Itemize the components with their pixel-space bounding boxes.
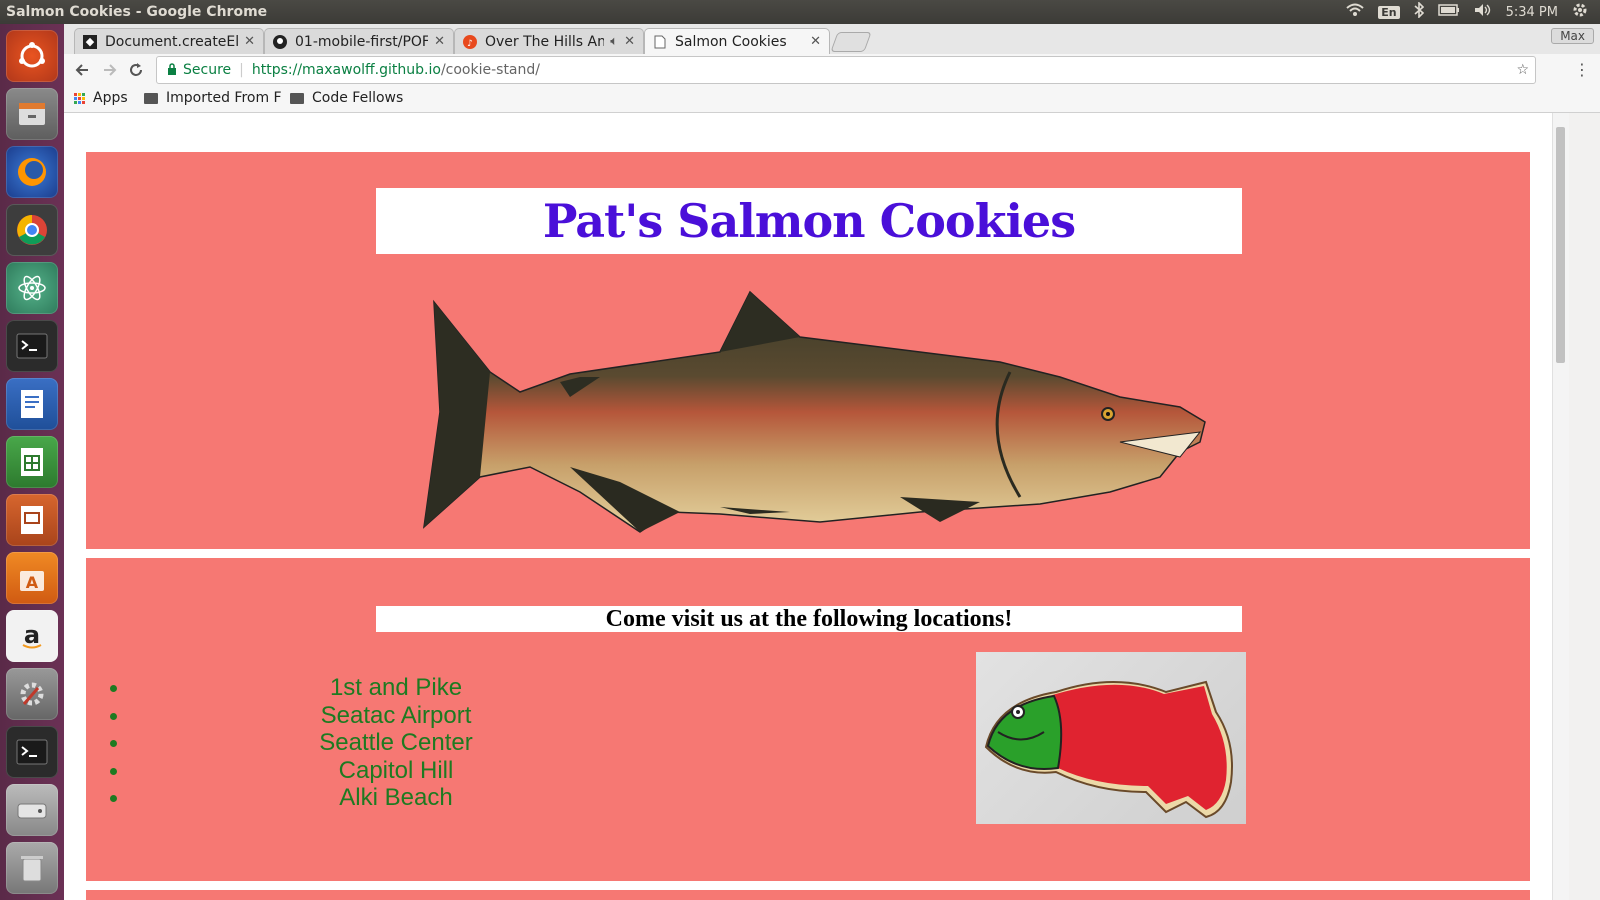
salmon-cookie-image [976, 652, 1246, 824]
codepen-icon: ◆ [83, 34, 97, 49]
apps-grid-icon [74, 92, 85, 104]
firefox-icon[interactable] [6, 146, 58, 198]
folder-icon [290, 92, 304, 104]
address-bar[interactable]: Secure | https://maxawolff.github.io/coo… [156, 56, 1536, 84]
volume-icon[interactable] [1474, 3, 1492, 21]
page-scrollbar[interactable] [1552, 113, 1569, 900]
writer-icon[interactable] [6, 378, 58, 430]
terminal-icon-2[interactable] [6, 726, 58, 778]
bookmark-star-icon[interactable]: ☆ [1516, 62, 1529, 78]
reload-icon[interactable] [124, 58, 148, 82]
window-title: Salmon Cookies - Google Chrome [6, 4, 268, 20]
battery-icon[interactable] [1437, 4, 1460, 20]
back-arrow-icon[interactable] [70, 58, 94, 82]
ubuntu-dash-icon[interactable] [6, 30, 58, 82]
system-top-bar: Salmon Cookies - Google Chrome En 5:34 P… [0, 0, 1600, 24]
disk-drive-icon[interactable] [6, 784, 58, 836]
unity-launcher: A a [0, 24, 64, 900]
list-item: Capitol Hill [86, 757, 706, 785]
svg-text:a: a [24, 621, 40, 649]
software-center-icon[interactable]: A [6, 552, 58, 604]
terminal-icon[interactable] [6, 320, 58, 372]
header-section: Pat's Salmon Cookies [86, 152, 1530, 549]
close-tab-icon[interactable]: ✕ [810, 34, 821, 49]
title-box: Pat's Salmon Cookies [376, 188, 1242, 254]
keyboard-language-indicator[interactable]: En [1378, 5, 1400, 19]
tab-over-the-hills[interactable]: ♪ Over The Hills An 🔈︎ ✕ [454, 28, 644, 54]
next-section [86, 890, 1530, 900]
svg-text:A: A [26, 573, 39, 592]
close-tab-icon[interactable]: ✕ [624, 34, 635, 49]
url-host: https://maxawolff.github.io [251, 62, 441, 78]
browser-window: ◆ Document.createEl ✕ 01-mobile-first/PO… [64, 24, 1600, 900]
scrollbar-thumb[interactable] [1556, 127, 1565, 363]
bookmark-apps[interactable]: Apps [74, 90, 128, 106]
omnibox-separator: | [239, 62, 244, 78]
bookmarks-bar: Apps Imported From F Code Fellows [64, 86, 1600, 113]
list-item: Seattle Center [86, 729, 706, 757]
svg-text:♪: ♪ [467, 39, 473, 49]
close-tab-icon[interactable]: ✕ [434, 34, 445, 49]
tab-salmon-cookies[interactable]: Salmon Cookies ✕ [644, 28, 830, 54]
new-tab-button[interactable] [830, 32, 872, 52]
trash-icon[interactable] [6, 842, 58, 894]
github-icon [273, 34, 287, 49]
bluetooth-icon[interactable] [1414, 1, 1424, 22]
list-item: 1st and Pike [86, 674, 706, 702]
music-icon: ♪ [463, 34, 477, 49]
forward-arrow-icon[interactable] [98, 58, 122, 82]
impress-icon[interactable] [6, 494, 58, 546]
list-item: Seatac Airport [86, 702, 706, 730]
tab-mobile-first[interactable]: 01-mobile-first/POF ✕ [264, 28, 454, 54]
browser-menu-icon[interactable]: ⋮ [1574, 60, 1590, 79]
audio-playing-icon[interactable]: 🔈︎ [610, 34, 618, 49]
tab-strip: ◆ Document.createEl ✕ 01-mobile-first/PO… [64, 24, 1600, 54]
lock-icon [167, 62, 177, 78]
secure-label: Secure [183, 62, 232, 78]
files-icon[interactable] [6, 88, 58, 140]
wifi-icon[interactable] [1346, 3, 1364, 21]
locations-section: Come visit us at the following locations… [86, 558, 1530, 881]
salmon-image [420, 282, 1208, 534]
url-path: /cookie-stand/ [440, 62, 540, 78]
locations-list: 1st and Pike Seatac Airport Seattle Cent… [86, 674, 706, 812]
amazon-icon[interactable]: a [6, 610, 58, 662]
clock[interactable]: 5:34 PM [1506, 5, 1558, 20]
page-icon [653, 35, 667, 49]
folder-icon [144, 92, 158, 104]
system-settings-icon[interactable] [6, 668, 58, 720]
atom-editor-icon[interactable] [6, 262, 58, 314]
list-item: Alki Beach [86, 784, 706, 812]
profile-button[interactable]: Max [1551, 28, 1594, 44]
system-tray: En 5:34 PM [1346, 0, 1600, 24]
tab-document-createelement[interactable]: ◆ Document.createEl ✕ [74, 28, 264, 54]
calc-icon[interactable] [6, 436, 58, 488]
browser-toolbar: Secure | https://maxawolff.github.io/coo… [64, 54, 1600, 86]
settings-gear-icon[interactable] [1572, 2, 1588, 22]
locations-heading: Come visit us at the following locations… [376, 606, 1242, 632]
bookmark-imported[interactable]: Imported From F [144, 90, 282, 106]
chrome-icon[interactable] [6, 204, 58, 256]
bookmark-code-fellows[interactable]: Code Fellows [290, 90, 403, 106]
page-viewport: Pat's Salmon Cookies Come visit us at th… [64, 113, 1552, 900]
close-tab-icon[interactable]: ✕ [244, 34, 255, 49]
page-title: Pat's Salmon Cookies [542, 194, 1076, 248]
